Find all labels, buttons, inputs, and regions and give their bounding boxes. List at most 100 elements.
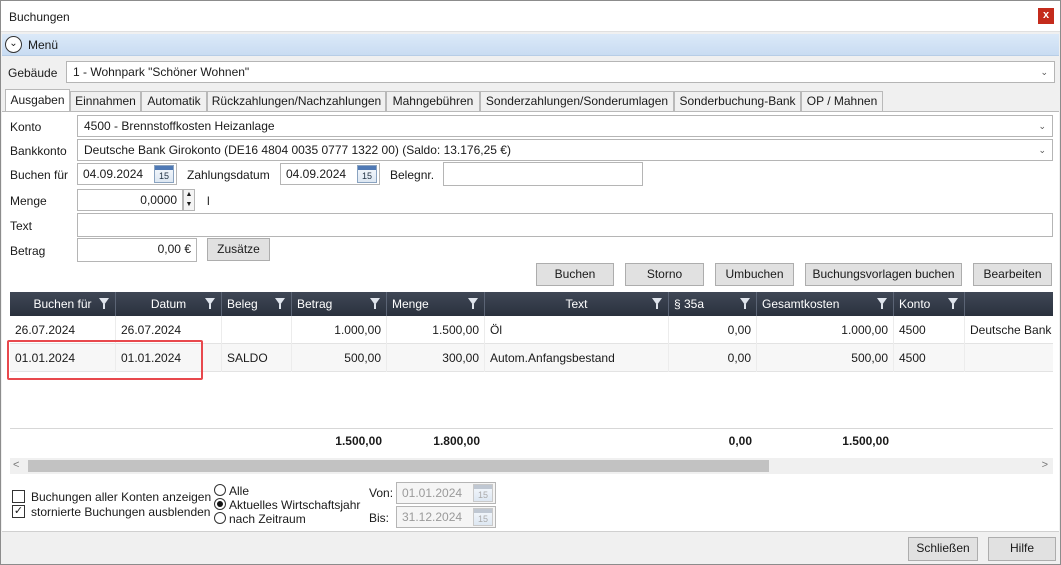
scroll-left-icon[interactable]: < [13, 459, 19, 471]
filter-icon[interactable] [877, 298, 887, 309]
column-label: Konto [899, 297, 931, 311]
tab-ausgaben[interactable]: Ausgaben [5, 89, 70, 111]
menge-label: Menge [10, 194, 47, 208]
menge-input[interactable]: 0,0000 [77, 189, 183, 211]
building-value: 1 - Wohnpark "Schöner Wohnen" [73, 65, 250, 79]
konto-value: 4500 - Brennstoffkosten Heizanlage [84, 119, 275, 133]
filter-icon[interactable] [948, 298, 958, 309]
filter-icon[interactable] [205, 298, 215, 309]
text-input[interactable] [77, 213, 1053, 237]
buchen-fuer-label: Buchen für [10, 168, 69, 182]
filter-icon[interactable] [370, 298, 380, 309]
bankkonto-select[interactable]: Deutsche Bank Girokonto (DE16 4804 0035 … [77, 139, 1053, 161]
building-select[interactable]: 1 - Wohnpark "Schöner Wohnen" ⌄ [66, 61, 1055, 83]
calendar-day-glyph: 15 [158, 171, 169, 181]
column-header-beleg[interactable]: Beleg [222, 292, 292, 316]
highlight-annotation [7, 340, 203, 380]
horizontal-scrollbar[interactable]: < > [10, 458, 1053, 474]
column-header-datum[interactable]: Datum [116, 292, 222, 316]
column-header-bank[interactable] [965, 292, 1053, 316]
radio-wirtschaftsjahr[interactable] [214, 498, 226, 510]
bearbeiten-button[interactable]: Bearbeiten [973, 263, 1052, 286]
umbuchen-button[interactable]: Umbuchen [715, 263, 794, 286]
close-button[interactable]: x [1038, 8, 1054, 24]
filter-icon[interactable] [740, 298, 750, 309]
tab-sonderbuchung-bank[interactable]: Sonderbuchung-Bank [674, 91, 801, 111]
konto-label: Konto [10, 120, 42, 134]
calendar-icon[interactable]: 15 [473, 508, 493, 526]
radio-zeitraum-label[interactable]: nach Zeitraum [229, 512, 306, 526]
chevron-down-icon: ⌄ [1040, 67, 1048, 77]
filter-icon[interactable] [468, 298, 478, 309]
bankkonto-label: Bankkonto [10, 144, 67, 158]
alle-konten-label[interactable]: Buchungen aller Konten anzeigen [31, 490, 211, 504]
konto-select[interactable]: 4500 - Brennstoffkosten Heizanlage ⌄ [77, 115, 1053, 137]
cell-35a: 0,00 [669, 316, 757, 344]
bookings-table: Buchen für Datum Beleg Betrag Menge Text… [10, 292, 1053, 475]
calendar-icon[interactable]: 15 [154, 165, 174, 183]
storniert-checkbox[interactable]: ✓ [12, 505, 25, 518]
filter-icon[interactable] [652, 298, 662, 309]
scroll-right-icon[interactable]: > [1042, 459, 1048, 471]
menu-bar[interactable]: ⌄ Menü [2, 34, 1059, 56]
column-label: Betrag [297, 297, 333, 311]
tab-mahngebuehren[interactable]: Mahngebühren [386, 91, 480, 111]
zusaetze-button[interactable]: Zusätze [207, 238, 270, 261]
column-label: § 35a [674, 297, 705, 311]
column-header-35a[interactable]: § 35a [669, 292, 757, 316]
radio-zeitraum[interactable] [214, 512, 226, 524]
betrag-input[interactable]: 0,00 € [77, 238, 197, 262]
belegnr-label: Belegnr. [390, 168, 435, 182]
schliessen-button[interactable]: Schließen [908, 537, 978, 561]
menu-label[interactable]: Menü [28, 38, 58, 52]
tab-sonderzahlungen[interactable]: Sonderzahlungen/Sonderumlagen [480, 91, 674, 111]
chevron-down-icon: ⌄ [1038, 121, 1046, 131]
tab-einnahmen[interactable]: Einnahmen [70, 91, 141, 111]
calendar-icon[interactable]: 15 [357, 165, 377, 183]
hilfe-button[interactable]: Hilfe [988, 537, 1056, 561]
total-gesamtkosten: 1.500,00 [842, 434, 889, 448]
tab-rueckzahlungen[interactable]: Rückzahlungen/Nachzahlungen [207, 91, 386, 111]
belegnr-input[interactable] [443, 162, 643, 186]
column-header-menge[interactable]: Menge [387, 292, 485, 316]
column-label: Gesamtkosten [762, 297, 840, 311]
radio-wirtschaftsjahr-label[interactable]: Aktuelles Wirtschaftsjahr [229, 498, 360, 512]
filter-icon[interactable] [99, 298, 109, 309]
filter-icon[interactable] [275, 298, 285, 309]
table-header: Buchen für Datum Beleg Betrag Menge Text… [10, 292, 1053, 316]
alle-konten-checkbox[interactable] [12, 490, 25, 503]
chevron-down-icon[interactable]: ⌄ [5, 36, 22, 53]
cell-text: Autom.Anfangsbestand [485, 344, 669, 372]
buchen-button[interactable]: Buchen [536, 263, 614, 286]
radio-alle-label[interactable]: Alle [229, 484, 249, 498]
cell-text: Öl [485, 316, 669, 344]
cell-beleg: SALDO [222, 344, 292, 372]
storniert-label[interactable]: stornierte Buchungen ausblenden [31, 505, 210, 519]
spin-up-icon[interactable]: ▲ [184, 190, 194, 200]
radio-alle[interactable] [214, 484, 226, 496]
calendar-day-glyph: 15 [477, 514, 488, 524]
menge-stepper[interactable]: ▲ ▼ [183, 189, 195, 211]
column-header-text[interactable]: Text [485, 292, 669, 316]
tab-op-mahnen[interactable]: OP / Mahnen [801, 91, 883, 111]
column-header-betrag[interactable]: Betrag [292, 292, 387, 316]
tab-automatik[interactable]: Automatik [141, 91, 207, 111]
calendar-icon[interactable]: 15 [473, 484, 493, 502]
cell-betrag: 1.000,00 [292, 316, 387, 344]
column-header-buchen-fuer[interactable]: Buchen für [10, 292, 116, 316]
storno-button[interactable]: Storno [625, 263, 704, 286]
scrollbar-thumb[interactable] [28, 460, 769, 472]
title-bar: Buchungen x [1, 1, 1060, 32]
check-icon: ✓ [13, 505, 24, 517]
cell-menge: 300,00 [387, 344, 485, 372]
total-menge: 1.800,00 [433, 434, 480, 448]
column-header-konto[interactable]: Konto [894, 292, 965, 316]
cell-35a: 0,00 [669, 344, 757, 372]
bankkonto-value: Deutsche Bank Girokonto (DE16 4804 0035 … [84, 143, 511, 157]
chevron-down-icon: ⌄ [1038, 145, 1046, 155]
tab-bar: Ausgaben Einnahmen Automatik Rückzahlung… [2, 89, 1059, 111]
column-header-gesamtkosten[interactable]: Gesamtkosten [757, 292, 894, 316]
buchungsvorlagen-button[interactable]: Buchungsvorlagen buchen [805, 263, 962, 286]
cell-konto: 4500 [894, 344, 965, 372]
spin-down-icon[interactable]: ▼ [184, 200, 194, 210]
